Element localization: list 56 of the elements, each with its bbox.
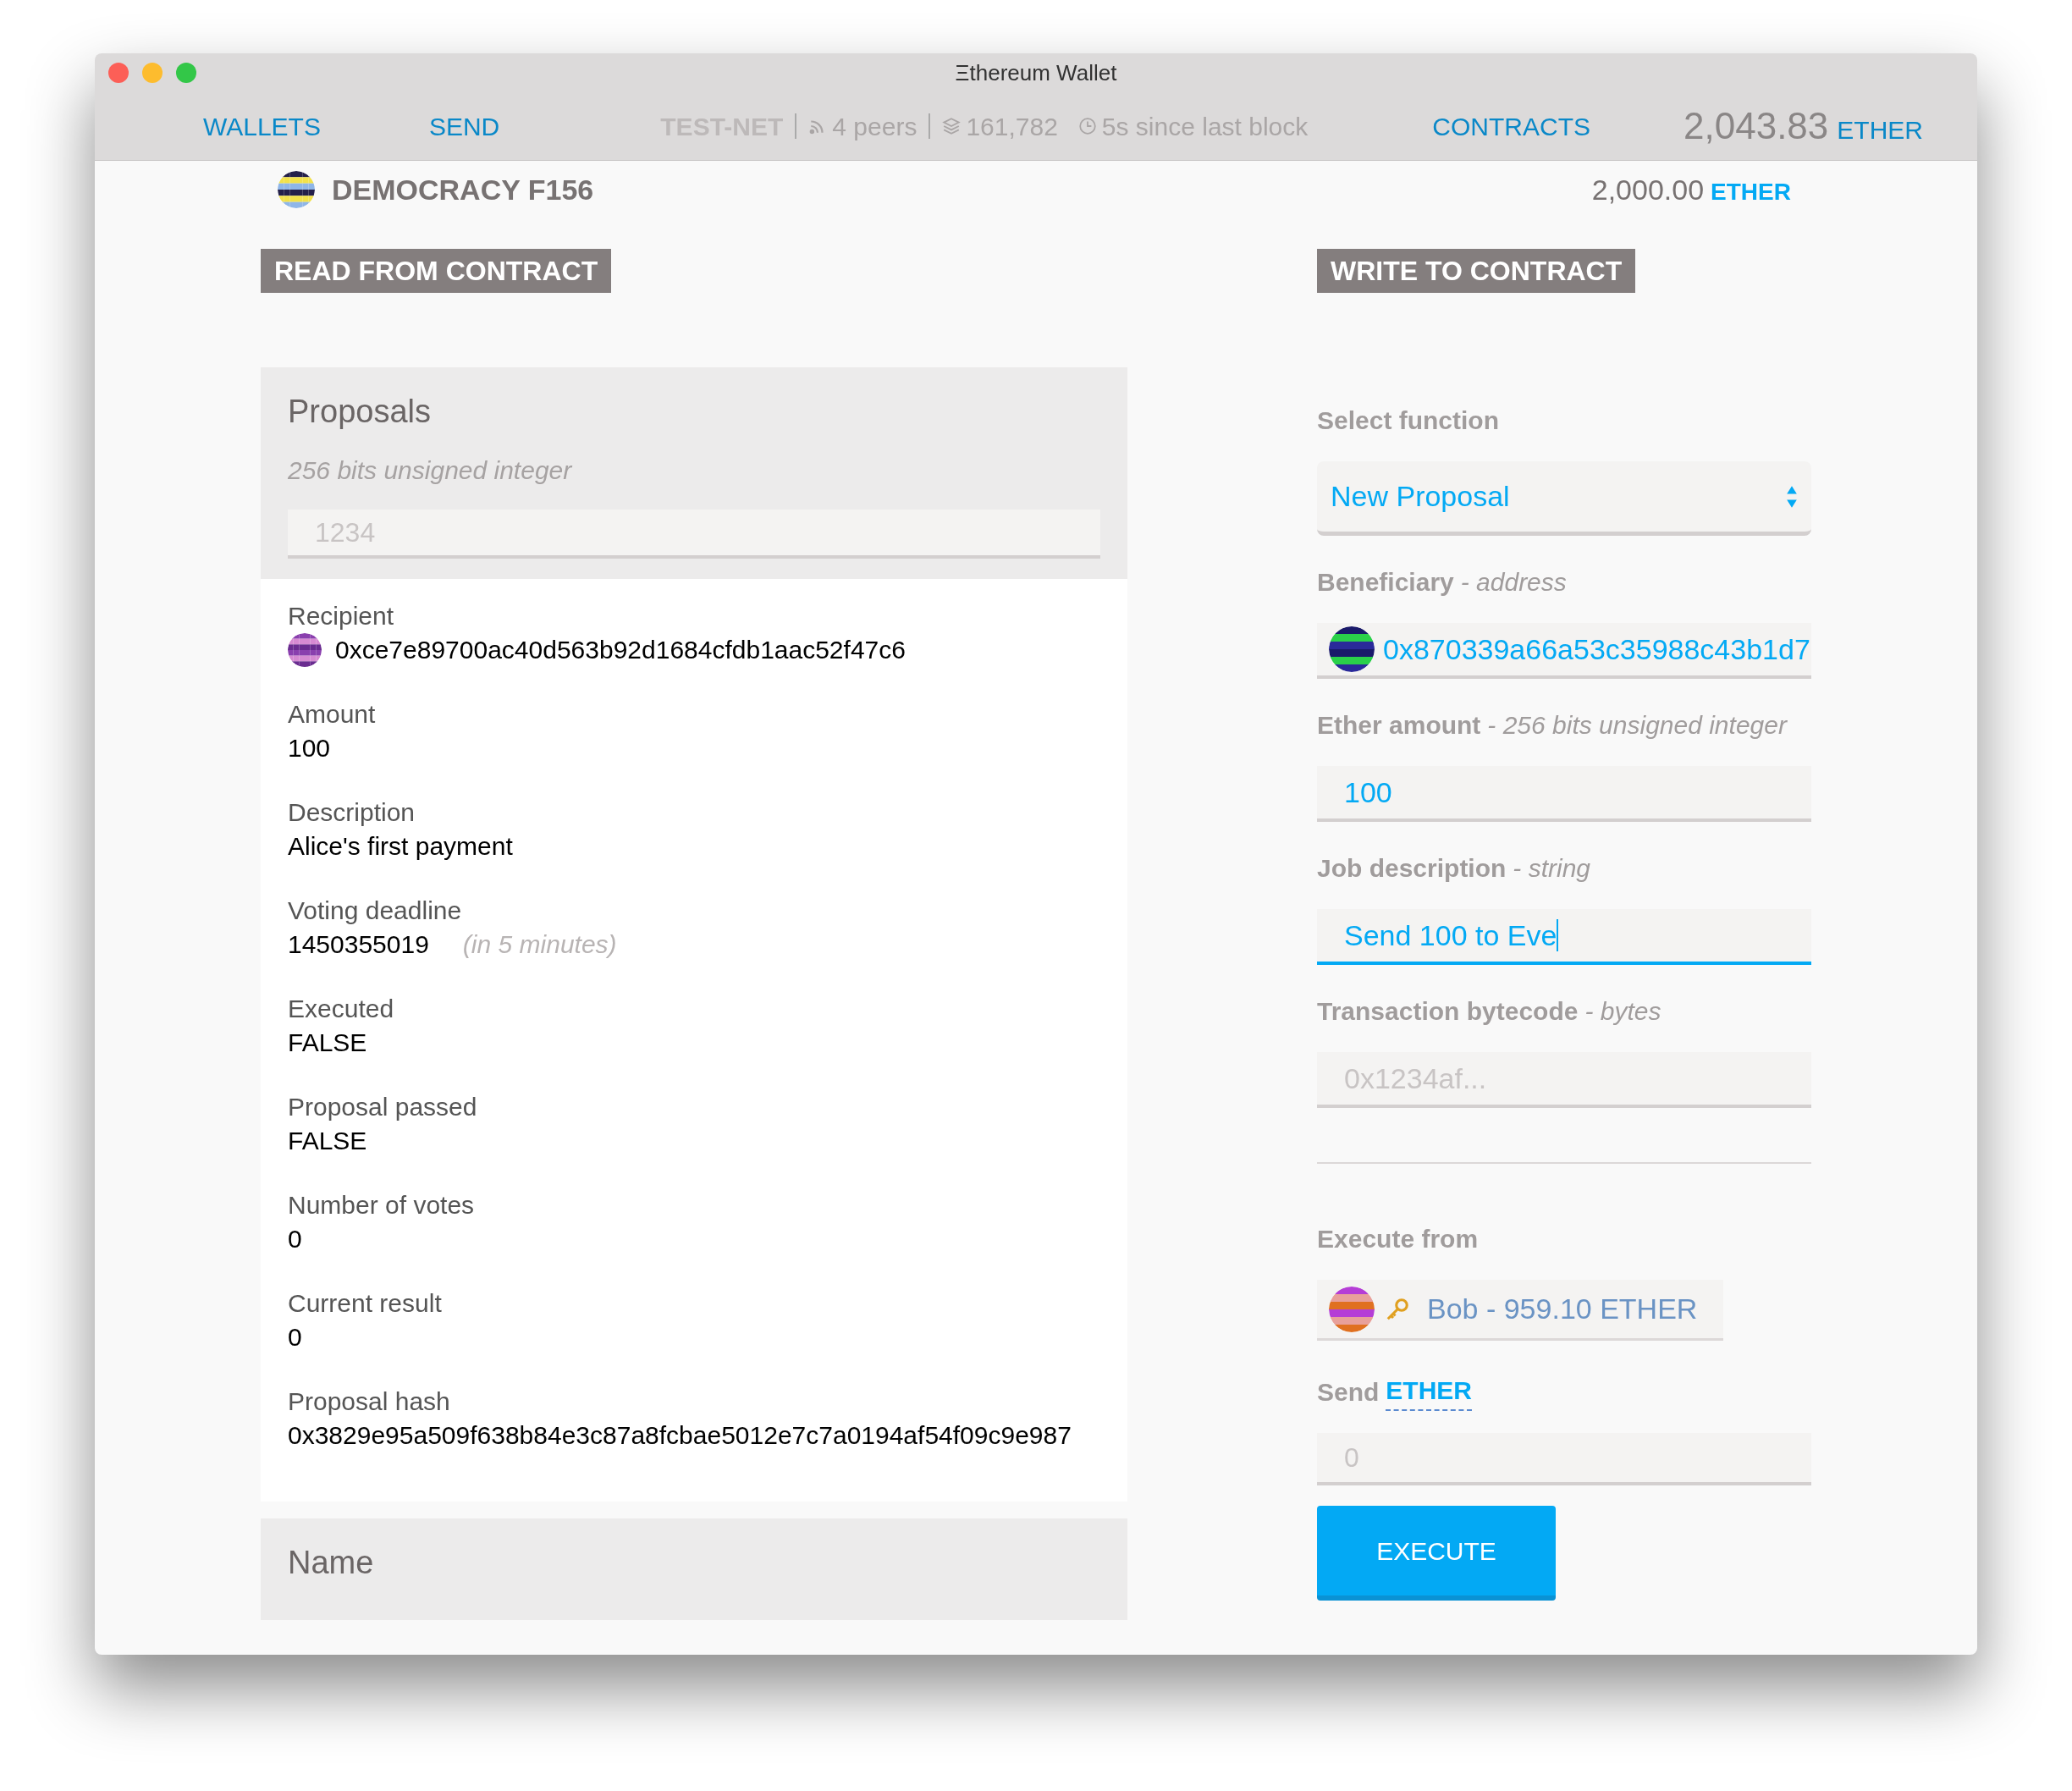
- contract-name: DEMOCRACY F156: [332, 172, 594, 207]
- result-value: 0: [288, 1224, 302, 1254]
- identicon-icon: [278, 171, 315, 208]
- section-heading: READ FROM CONTRACT: [261, 249, 612, 293]
- layers-icon: [942, 117, 962, 135]
- field-label: Beneficiary - address: [1317, 567, 1568, 598]
- result-label: Number of votes: [288, 1190, 476, 1221]
- relative-time: (in 5 minutes): [462, 929, 617, 960]
- total-balance: 2,043.83 ETHER: [1684, 104, 1923, 148]
- minimize-button[interactable]: [142, 63, 163, 83]
- function-select[interactable]: New Proposal: [1317, 461, 1811, 536]
- clock-icon: [1077, 117, 1097, 135]
- zoom-button[interactable]: [176, 63, 196, 83]
- field-label: Select function: [1317, 405, 1501, 436]
- result-value: FALSE: [288, 1028, 367, 1058]
- identicon-icon: [288, 633, 322, 667]
- field-label: Job description - string: [1317, 853, 1592, 884]
- result-value: FALSE: [288, 1126, 367, 1156]
- result-label: Executed: [288, 994, 395, 1024]
- nav-link[interactable]: CONTRACTS: [1432, 107, 1591, 146]
- nav-link[interactable]: WALLETS: [203, 107, 321, 146]
- nav-link[interactable]: SEND: [428, 107, 500, 146]
- input-field[interactable]: 100: [1317, 766, 1811, 822]
- result-value: 0: [288, 1322, 302, 1353]
- field-label: Ether amount - 256 bits unsigned integer: [1317, 710, 1788, 741]
- execute-button[interactable]: EXECUTE: [1317, 1506, 1556, 1601]
- result-label: Proposal passed: [288, 1092, 478, 1122]
- field-label: Send: [1317, 1377, 1380, 1408]
- identicon-icon: [1329, 1286, 1375, 1332]
- result-value: Alice's first payment: [288, 831, 513, 862]
- text-cursor: [1557, 919, 1559, 951]
- result-value: 0x3829e95a509f638b84e3c87a8fcbae5012e7c7a0194af54f09c9e987: [288, 1420, 1072, 1451]
- query-title: Name: [288, 1545, 374, 1580]
- result-value: 100: [288, 733, 331, 763]
- result-label: Amount: [288, 699, 377, 730]
- field-label: Transaction bytecode - bytes: [1317, 996, 1662, 1027]
- identicon-icon: [1329, 626, 1375, 672]
- result-label: Voting deadline: [288, 896, 463, 926]
- query-type: 256 bits unsigned integer: [288, 455, 573, 486]
- result-label: Current result: [288, 1288, 443, 1319]
- window-title: Ξthereum Wallet: [955, 58, 1117, 87]
- account-select[interactable]: Bob - 959.10 ETHER: [1317, 1280, 1723, 1341]
- result-label: Recipient: [288, 601, 395, 631]
- result-value: 0xce7e89700ac40d563b92d1684cfdb1aac52f47c6: [335, 635, 906, 665]
- close-button[interactable]: [108, 63, 129, 83]
- contract-balance: 2,000.00 ETHER: [1591, 172, 1791, 207]
- result-label: Description: [288, 797, 416, 828]
- address-field[interactable]: 0x870339a66a53c35988c43b1d7: [1317, 623, 1811, 679]
- result-label: Proposal hash: [288, 1386, 451, 1417]
- key-icon: [1385, 1296, 1410, 1322]
- input-field[interactable]: Send 100 to Eve: [1317, 909, 1811, 965]
- query-title: Proposals: [288, 393, 432, 431]
- result-value: 1450355019: [288, 929, 429, 960]
- field-label: Execute from: [1317, 1224, 1480, 1254]
- section-heading: WRITE TO CONTRACT: [1317, 249, 1636, 293]
- unit-link[interactable]: ETHER: [1386, 1371, 1473, 1411]
